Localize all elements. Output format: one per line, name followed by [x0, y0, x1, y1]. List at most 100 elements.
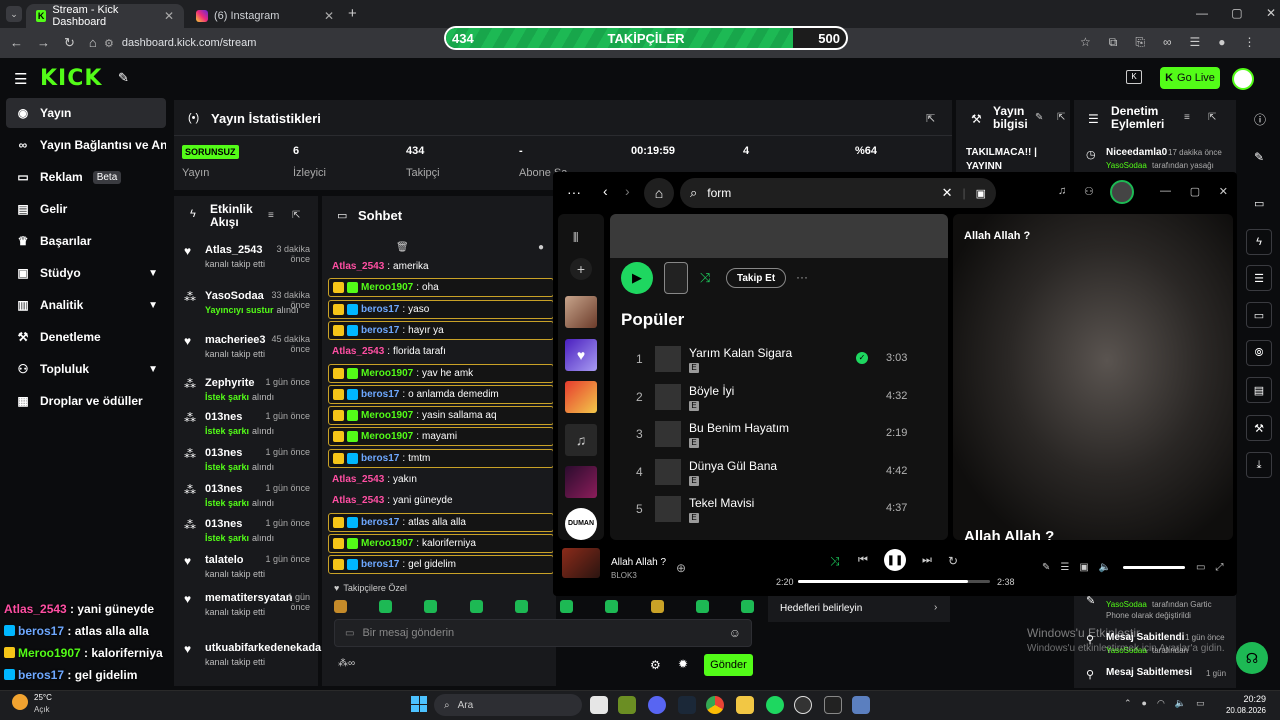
artist-thumbnail[interactable]: [664, 262, 688, 294]
volume-icon[interactable]: 🔈: [1099, 562, 1111, 573]
library-item-duman[interactable]: DUMAN: [565, 508, 597, 540]
miniplayer-icon[interactable]: ▭: [1196, 562, 1205, 573]
chat-username[interactable]: Meroo1907: [361, 431, 413, 442]
list-item[interactable]: ⁂ YasoSodaa 33 dakika önce Yayıncıyı sustur a…: [184, 290, 310, 324]
sidebar-item-denetleme[interactable]: ⚒ Denetleme: [6, 322, 166, 352]
reading-list-icon[interactable]: ☰: [1190, 35, 1201, 50]
album-art[interactable]: [562, 548, 600, 578]
saved-check-icon[interactable]: ✓: [856, 352, 868, 364]
profile-icon[interactable]: ●: [1218, 35, 1225, 50]
chat-username[interactable]: Meroo1907: [361, 538, 413, 549]
chat-username[interactable]: Meroo1907: [361, 410, 413, 421]
play-button[interactable]: ▶: [621, 262, 653, 294]
emote-icon[interactable]: [469, 599, 483, 613]
chat-username[interactable]: Meroo1907: [361, 368, 413, 379]
close-tab-icon[interactable]: ✕: [164, 9, 174, 23]
sidebar-item-basarilar[interactable]: ♛ Başarılar: [6, 226, 166, 256]
settings-gear-icon[interactable]: ⚙: [650, 658, 661, 672]
go-live-button[interactable]: K Go Live: [1160, 67, 1220, 89]
progress-bar[interactable]: [798, 580, 990, 583]
chat-username[interactable]: beros17: [361, 453, 399, 464]
back-arrow-icon[interactable]: ‹: [603, 183, 608, 199]
tools-toggle-icon[interactable]: ⚒: [1246, 415, 1272, 441]
battery-icon[interactable]: ▭: [1196, 698, 1205, 709]
chat-message[interactable]: Meroo1907: kaloriferniya: [328, 534, 554, 553]
list-item[interactable]: ♥ macheriee3 45 dakika önce kanalı takip ett…: [184, 334, 310, 368]
more-menu-icon[interactable]: ⋮: [1244, 35, 1256, 50]
avatar[interactable]: [1232, 68, 1254, 90]
track-artist[interactable]: BLOK3: [611, 571, 637, 580]
url-field[interactable]: ⚙ dashboard.kick.com/stream: [104, 33, 394, 53]
support-chat-icon[interactable]: ☊: [1236, 642, 1268, 674]
list-item[interactable]: ♥ Atlas_2543 3 dakika önce kanalı takip etti: [184, 244, 310, 278]
chat-username[interactable]: beros17: [361, 517, 399, 528]
task-view-icon[interactable]: [590, 696, 608, 714]
sidebar-item-reklam[interactable]: ▭ Reklam Beta: [6, 162, 166, 192]
track-name[interactable]: Bu Benim Hayatım: [689, 421, 789, 435]
tab-instagram[interactable]: (6) Instagram ✕: [186, 4, 344, 28]
chrome-icon[interactable]: [706, 696, 724, 714]
chat-message[interactable]: beros17: yaso: [328, 300, 554, 319]
new-tab-icon[interactable]: +: [348, 5, 357, 22]
clear-search-icon[interactable]: ✕: [942, 185, 953, 201]
spotify-search-input[interactable]: ⌕ form ✕ | ▣: [680, 178, 996, 208]
volume-slider[interactable]: [1123, 566, 1185, 569]
goals-link[interactable]: Hedefleri belirleyin: [780, 603, 862, 614]
emote-icon[interactable]: [695, 599, 709, 613]
list-item[interactable]: ♥ mematitersyatan 1 gün önce kanalı takip et…: [184, 592, 310, 626]
spotify-home-icon[interactable]: ⌂: [644, 178, 674, 208]
hidden-panels-icon[interactable]: ⤓: [1246, 452, 1272, 478]
list-item[interactable]: ⁂ 013nes 1 gün önce İstek şarkı alındı: [184, 411, 310, 445]
maximize-icon[interactable]: ▢: [1190, 185, 1200, 198]
emote-icon[interactable]: [424, 599, 438, 613]
chat-message[interactable]: Meroo1907: yasin sallama aq: [328, 406, 554, 425]
wifi-icon[interactable]: ◠: [1157, 698, 1165, 709]
sidebar-item-topluluk[interactable]: ⚇ Topluluk ▼: [6, 354, 166, 384]
emoji-icon[interactable]: ☺: [729, 626, 741, 640]
chat-toggle-icon[interactable]: ▭: [1246, 302, 1272, 328]
sidebar-item-droplar[interactable]: ▦ Droplar ve ödüller: [6, 386, 166, 416]
chat-settings-icon[interactable]: ●: [538, 242, 544, 253]
popout-icon[interactable]: ⇱: [926, 112, 935, 125]
tab-kick-dashboard[interactable]: K Stream - Kick Dashboard ✕: [26, 4, 184, 28]
chat-message[interactable]: Meroo1907: mayami: [328, 427, 554, 446]
follow-artist-button[interactable]: Takip Et: [726, 268, 787, 288]
chat-message[interactable]: beros17: gel gidelim: [328, 555, 554, 574]
kick-app-icon[interactable]: K: [1126, 70, 1142, 84]
edit-layout-icon[interactable]: ✎: [1254, 150, 1264, 164]
popout-icon[interactable]: ⇱: [1057, 112, 1065, 123]
liked-songs-icon[interactable]: ♥: [565, 339, 597, 371]
chat-username[interactable]: beros17: [361, 304, 399, 315]
sidebar-item-gelir[interactable]: ▤ Gelir: [6, 194, 166, 224]
close-window-icon[interactable]: ✕: [1219, 185, 1228, 198]
chat-username[interactable]: beros17: [361, 389, 399, 400]
emote-icon[interactable]: [560, 599, 574, 613]
back-icon[interactable]: ←: [10, 35, 23, 51]
network-app-icon[interactable]: [852, 696, 870, 714]
chat-username[interactable]: Atlas_2543: [332, 495, 384, 506]
trash-icon[interactable]: 🗑: [396, 242, 409, 253]
next-track-icon[interactable]: ⏭: [922, 554, 932, 567]
shuffle-icon[interactable]: ⤨: [700, 270, 710, 286]
list-item[interactable]: ♥ talatelo 1 gün önce kanalı takip etti: [184, 554, 310, 588]
library-item-artist[interactable]: [565, 466, 597, 498]
queue-icon[interactable]: ☰: [1060, 562, 1069, 573]
chat-message[interactable]: Atlas_2543: florida tarafı: [328, 342, 554, 361]
minecraft-icon[interactable]: [618, 696, 636, 714]
windows-start-icon[interactable]: [411, 696, 427, 712]
shuffle-icon[interactable]: ⤨: [830, 554, 840, 569]
emote-icon[interactable]: [740, 599, 754, 613]
quick-actions-toggle-icon[interactable]: ▤: [1246, 377, 1272, 403]
browse-icon[interactable]: ▣: [976, 187, 986, 200]
track-title[interactable]: Allah Allah ?: [611, 557, 666, 568]
friends-icon[interactable]: ⚇: [1084, 185, 1094, 198]
file-explorer-icon[interactable]: [736, 696, 754, 714]
discord-icon[interactable]: [648, 696, 666, 714]
popout-icon[interactable]: ⇱: [1208, 112, 1216, 123]
track-row[interactable]: 5 Tekel Mavisi E 4:37: [626, 494, 914, 526]
sidebar-item-yayin[interactable]: ◉ Yayın: [6, 98, 166, 128]
more-options-icon[interactable]: ···: [567, 184, 581, 200]
more-options-icon[interactable]: ···: [796, 270, 808, 284]
emote-icon[interactable]: [379, 599, 393, 613]
add-to-library-icon[interactable]: ⊕: [676, 561, 686, 575]
